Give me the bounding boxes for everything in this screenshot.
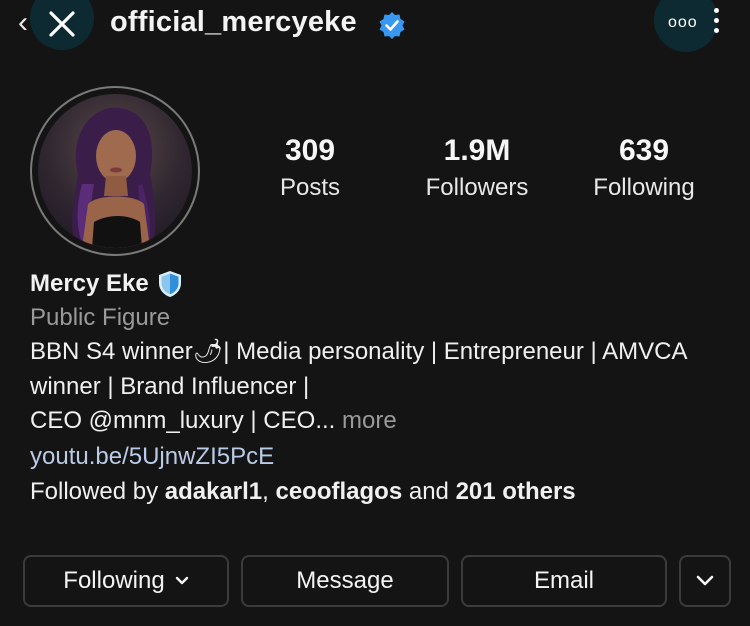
following-button[interactable]: Following (23, 555, 229, 607)
display-name-row: Mercy Eke (30, 268, 730, 300)
profile-category: Public Figure (30, 304, 171, 331)
following-button-label: Following (63, 567, 165, 594)
profile-avatar[interactable] (30, 86, 200, 256)
posts-label: Posts (279, 174, 341, 201)
message-button-label: Message (296, 567, 394, 594)
followers-count: 1.9M (443, 134, 511, 167)
followed-by-and: and (402, 477, 456, 505)
more-horizontal-icon: ooo (668, 14, 698, 31)
message-button[interactable]: Message (241, 555, 449, 607)
back-chevron-icon[interactable]: ‹ (18, 8, 28, 38)
followed-by-sep: , (262, 477, 276, 505)
followers-stat[interactable]: 1.9M Followers (397, 134, 557, 202)
top-bar: ‹ official_mercyeke ooo (0, 0, 750, 52)
suggested-accounts-button[interactable] (679, 555, 731, 607)
bio-line-2: winner | Brand Influencer | (30, 372, 310, 400)
email-button[interactable]: Email (461, 555, 667, 607)
followers-label: Followers (425, 174, 529, 201)
bio-line-3: CEO @mnm_luxury | CEO... more (30, 404, 730, 439)
followed-by-prefix: Followed by (30, 477, 165, 505)
kebab-menu-icon[interactable] (714, 8, 719, 38)
followed-by-user-1[interactable]: adakarl1 (165, 478, 262, 505)
followed-by-text[interactable]: Followed by adakarl1, ceooflagos and 201… (30, 474, 730, 509)
bio-more-link[interactable]: more (335, 407, 397, 434)
bio-line-1: BBN S4 winner🌶| Media personality | Entr… (30, 338, 688, 365)
chevron-down-icon (696, 575, 714, 586)
more-options-button[interactable]: ooo (654, 0, 718, 52)
followed-by-others[interactable]: 201 others (456, 478, 576, 505)
avatar-image (38, 94, 192, 248)
shield-icon (158, 271, 181, 297)
following-count: 639 (618, 134, 670, 167)
posts-count: 309 (284, 134, 336, 167)
profile-website-link[interactable]: youtu.be/5UjnwZI5PcE (30, 439, 730, 474)
following-label: Following (593, 174, 695, 201)
profile-bio: Mercy Eke Public Figure BBN S4 winner🌶| … (30, 268, 730, 509)
chevron-down-icon (175, 576, 188, 585)
display-name: Mercy Eke (30, 270, 149, 297)
bio-line-3-text: CEO @mnm_luxury | CEO... (30, 407, 336, 434)
close-button[interactable] (30, 0, 94, 50)
close-icon (49, 11, 75, 37)
profile-username: official_mercyeke (110, 6, 357, 38)
followed-by-user-2[interactable]: ceooflagos (275, 478, 402, 505)
following-stat[interactable]: 639 Following (564, 134, 724, 202)
posts-stat[interactable]: 309 Posts (230, 134, 390, 202)
email-button-label: Email (533, 567, 594, 594)
verified-badge-icon (379, 12, 405, 39)
